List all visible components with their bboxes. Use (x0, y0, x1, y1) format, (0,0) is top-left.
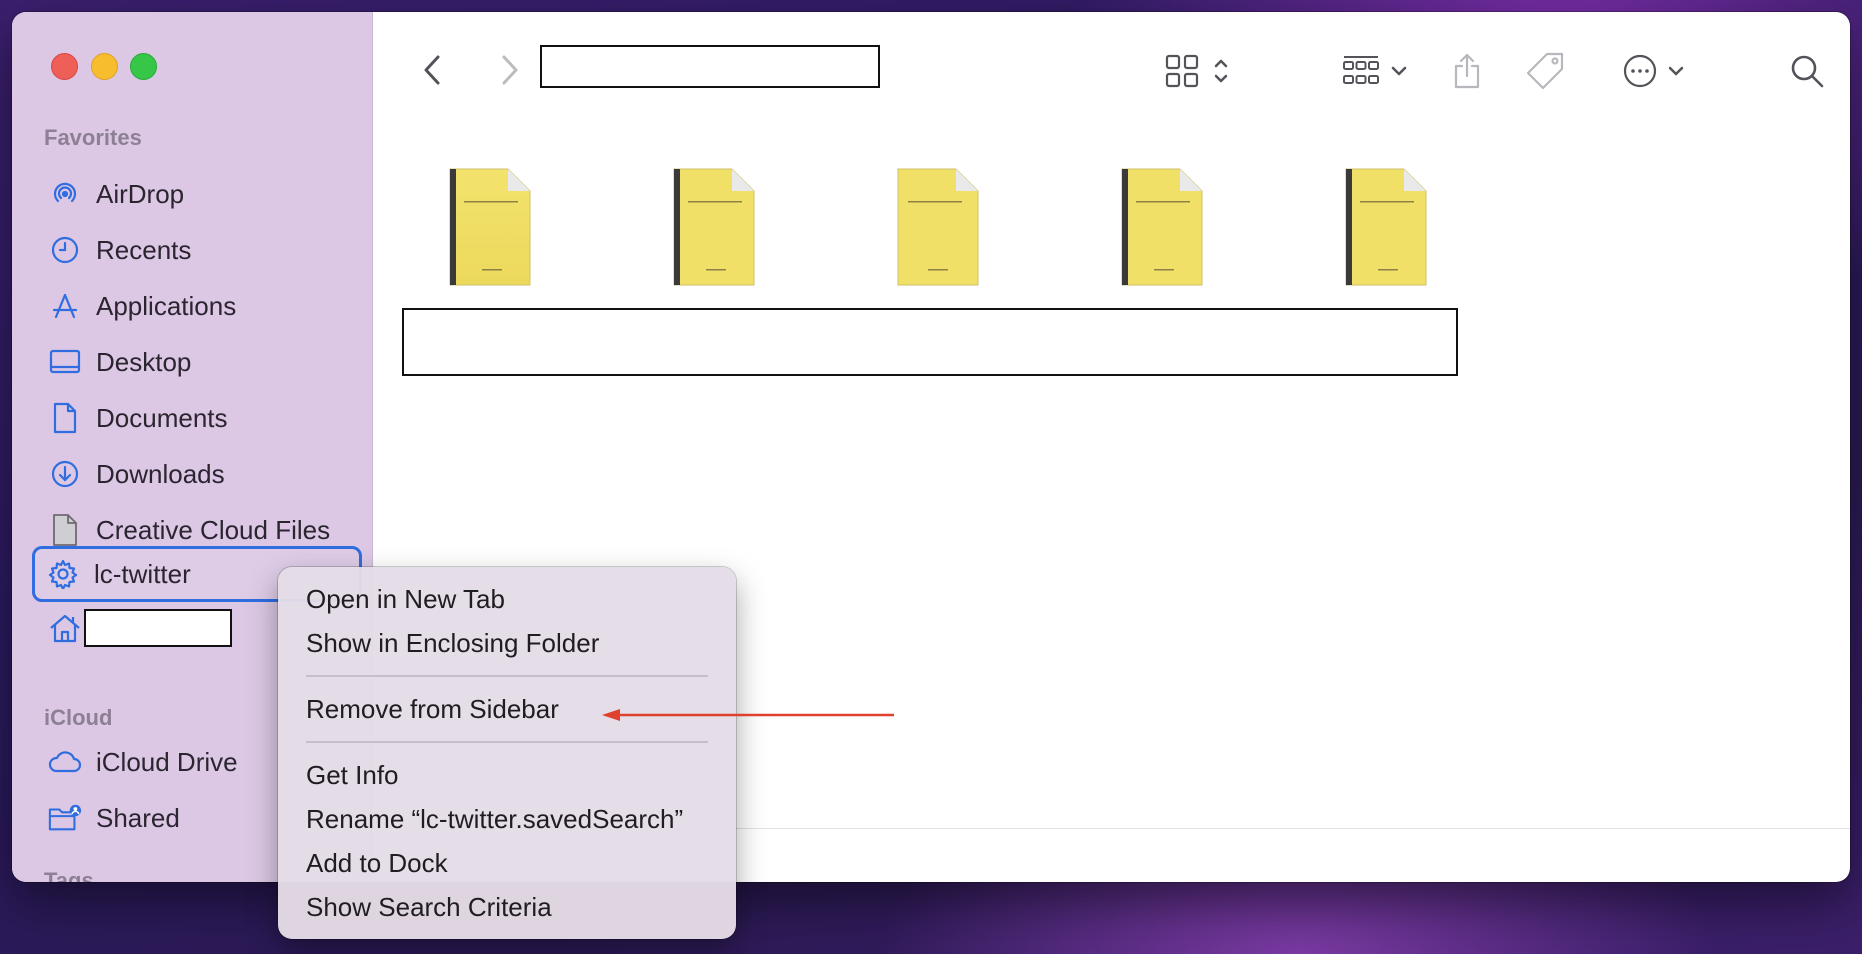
chevron-right-icon (500, 54, 520, 91)
context-menu: Open in New Tab Show in Enclosing Folder… (278, 567, 736, 939)
menu-item-open-in-new-tab[interactable]: Open in New Tab (306, 584, 505, 615)
tags-button[interactable] (1520, 48, 1570, 98)
sidebar-item-documents[interactable]: Documents (34, 392, 359, 444)
sidebar-item-label: Recents (96, 234, 192, 265)
search-button[interactable] (1782, 48, 1832, 98)
applications-icon (48, 289, 82, 323)
desktop-icon (48, 345, 82, 379)
sidebar-item-label: Shared (96, 802, 180, 833)
file-icon-item[interactable] (446, 167, 532, 287)
home-label-redacted (84, 609, 232, 647)
chevron-left-icon (422, 54, 442, 91)
chevron-up-down-icon (1213, 56, 1229, 91)
home-icon (48, 611, 82, 645)
tags-heading: Tags (44, 868, 94, 882)
chevron-down-icon (1391, 64, 1407, 82)
tag-icon (1525, 51, 1565, 96)
sidebar-item-label: Creative Cloud Files (96, 514, 331, 545)
menu-item-add-to-dock[interactable]: Add to Dock (306, 848, 448, 879)
share-button[interactable] (1442, 48, 1492, 98)
view-mode-button[interactable] (1152, 48, 1242, 98)
file-icon-item[interactable] (1118, 167, 1204, 287)
search-icon (1790, 54, 1824, 93)
menu-item-remove-from-sidebar[interactable]: Remove from Sidebar (306, 694, 559, 725)
shared-folder-icon (48, 801, 82, 835)
ellipsis-circle-icon (1622, 53, 1658, 94)
file-names-redacted (402, 308, 1458, 376)
menu-item-get-info[interactable]: Get Info (306, 760, 399, 791)
window-title-redacted (540, 45, 880, 88)
sidebar-item-label: lc-twitter (94, 558, 191, 589)
sidebar-item-label: iCloud Drive (96, 746, 238, 777)
sidebar-item-downloads[interactable]: Downloads (34, 448, 359, 500)
file-icon-item[interactable] (1342, 167, 1428, 287)
group-icon (1341, 54, 1381, 93)
back-button[interactable] (412, 52, 452, 92)
minimize-window-button[interactable] (91, 53, 118, 80)
chevron-down-icon (1668, 64, 1684, 82)
menu-item-show-in-enclosing-folder[interactable]: Show in Enclosing Folder (306, 628, 599, 659)
menu-separator (306, 675, 708, 677)
cloud-icon (48, 745, 82, 779)
forward-button[interactable] (490, 52, 530, 92)
file-icon-item[interactable] (670, 167, 756, 287)
group-by-button[interactable] (1328, 48, 1420, 98)
airdrop-icon (48, 177, 82, 211)
gear-icon (46, 557, 80, 591)
more-actions-button[interactable] (1608, 48, 1698, 98)
sidebar-item-desktop[interactable]: Desktop (34, 336, 359, 388)
menu-item-rename[interactable]: Rename “lc-twitter.savedSearch” (306, 804, 683, 835)
share-icon (1452, 52, 1482, 95)
sidebar-item-applications[interactable]: Applications (34, 280, 359, 332)
file-icon-item[interactable] (894, 167, 980, 287)
menu-separator (306, 741, 708, 743)
document-icon (48, 401, 82, 435)
download-icon (48, 457, 82, 491)
sidebar-item-label: AirDrop (96, 178, 185, 209)
sidebar-item-label: Applications (96, 290, 237, 321)
icloud-heading: iCloud (44, 705, 113, 730)
sidebar-item-label: Documents (96, 402, 228, 433)
sidebar-item-label: Downloads (96, 458, 225, 489)
sidebar-item-label: Desktop (96, 346, 192, 377)
favorites-heading: Favorites (44, 125, 142, 150)
sidebar-item-airdrop[interactable]: AirDrop (34, 168, 359, 220)
file-icon (48, 513, 82, 547)
menu-item-show-search-criteria[interactable]: Show Search Criteria (306, 892, 552, 923)
sidebar-item-recents[interactable]: Recents (34, 224, 359, 276)
zoom-window-button[interactable] (130, 53, 157, 80)
grid-view-icon (1165, 54, 1199, 93)
close-window-button[interactable] (51, 53, 78, 80)
clock-icon (48, 233, 82, 267)
annotation-arrow (600, 708, 896, 727)
